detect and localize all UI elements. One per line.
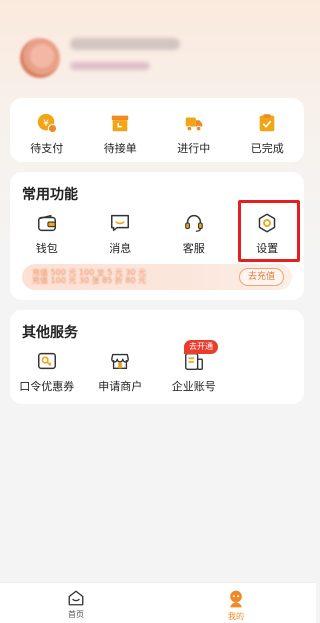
profile-header[interactable] (20, 30, 300, 90)
recharge-banner-text: 充值 500 元 100 至 5 元 30 元 充值 100 元 30 张 85… (32, 269, 147, 285)
common-functions-card: 常用功能 钱包 消息 客服 设置 充值 500 元 100 至 5 元 30 元… (10, 172, 304, 300)
order-pending-acceptance-label: 待接单 (103, 142, 137, 155)
coupon-icon (37, 352, 56, 370)
completed-icon (259, 114, 275, 132)
tab-mine[interactable]: 我的 (206, 589, 266, 622)
enterprise-account-label: 企业账号 (171, 380, 216, 393)
customer-service-label: 客服 (182, 242, 205, 255)
coupon-entry[interactable]: 口令优惠券 (10, 350, 84, 394)
avatar[interactable] (20, 38, 60, 78)
order-completed[interactable]: 已完成 (231, 112, 305, 156)
message-icon (111, 214, 130, 232)
order-pending-payment-label: 待支付 (30, 142, 64, 155)
customer-service-icon (184, 214, 203, 232)
other-services-card: 其他服务 口令优惠券 申请商户 企业账号 (10, 310, 304, 404)
bottom-tab-bar: 首页 我的 (0, 582, 316, 623)
order-in-progress[interactable]: 进行中 (157, 112, 231, 156)
user-name (70, 38, 180, 50)
common-functions-title: 常用功能 (22, 187, 78, 203)
wallet-label: 钱包 (35, 242, 58, 255)
wallet-entry[interactable]: 钱包 (10, 212, 84, 256)
coupon-label: 口令优惠券 (19, 380, 75, 393)
recharge-button[interactable]: 去充值 (238, 268, 284, 286)
recharge-banner[interactable]: 充值 500 元 100 至 5 元 30 元 充值 100 元 30 张 85… (22, 264, 292, 290)
other-services-title: 其他服务 (22, 325, 78, 341)
enterprise-account-entry[interactable]: 企业账号 (157, 350, 231, 394)
tab-home[interactable]: 首页 (46, 589, 106, 620)
user-subtitle (70, 62, 150, 70)
merchant-entry[interactable]: 申请商户 (84, 350, 158, 394)
merchant-icon (111, 353, 130, 370)
mine-icon (230, 590, 242, 608)
home-icon (68, 590, 84, 606)
orders-card: ¥ 待支付 待接单 进行中 已完成 (10, 98, 304, 162)
message-label: 消息 (109, 242, 132, 255)
pending-acceptance-icon (112, 115, 129, 132)
order-pending-payment[interactable]: ¥ 待支付 (10, 112, 84, 156)
settings-highlight-box (238, 200, 300, 262)
tab-home-label: 首页 (68, 610, 84, 619)
in-progress-icon (185, 117, 202, 132)
tab-mine-label: 我的 (228, 612, 244, 621)
order-completed-label: 已完成 (250, 142, 284, 155)
order-in-progress-label: 进行中 (177, 142, 211, 155)
activate-badge: 去开通 (184, 340, 218, 354)
customer-service-entry[interactable]: 客服 (157, 212, 231, 256)
pending-payment-icon: ¥ (37, 113, 57, 134)
merchant-label: 申请商户 (98, 380, 143, 393)
wallet-icon (37, 214, 56, 232)
message-entry[interactable]: 消息 (84, 212, 158, 256)
order-pending-acceptance[interactable]: 待接单 (84, 112, 158, 156)
